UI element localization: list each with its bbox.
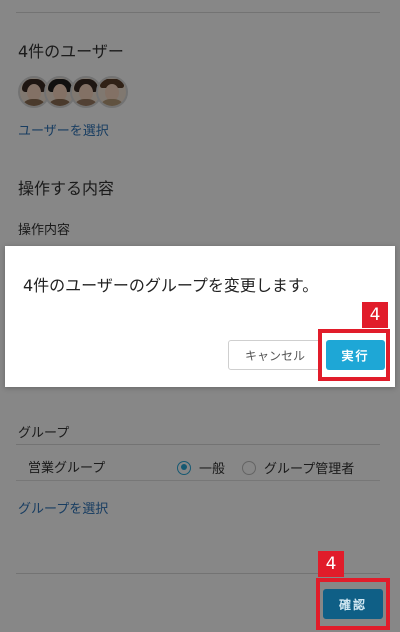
cancel-button[interactable]: キャンセル	[228, 340, 322, 370]
execute-step-badge: 4	[362, 302, 388, 328]
execute-highlight-box	[318, 329, 390, 381]
confirm-step-badge: 4	[318, 551, 344, 577]
dialog-message: 4件のユーザーのグループを変更します。	[23, 276, 319, 295]
page: 4件のユーザー ユーザーを選択 操作する内容 操作内容 グループ 営業グループ …	[0, 0, 400, 632]
confirm-highlight-box	[316, 578, 390, 630]
